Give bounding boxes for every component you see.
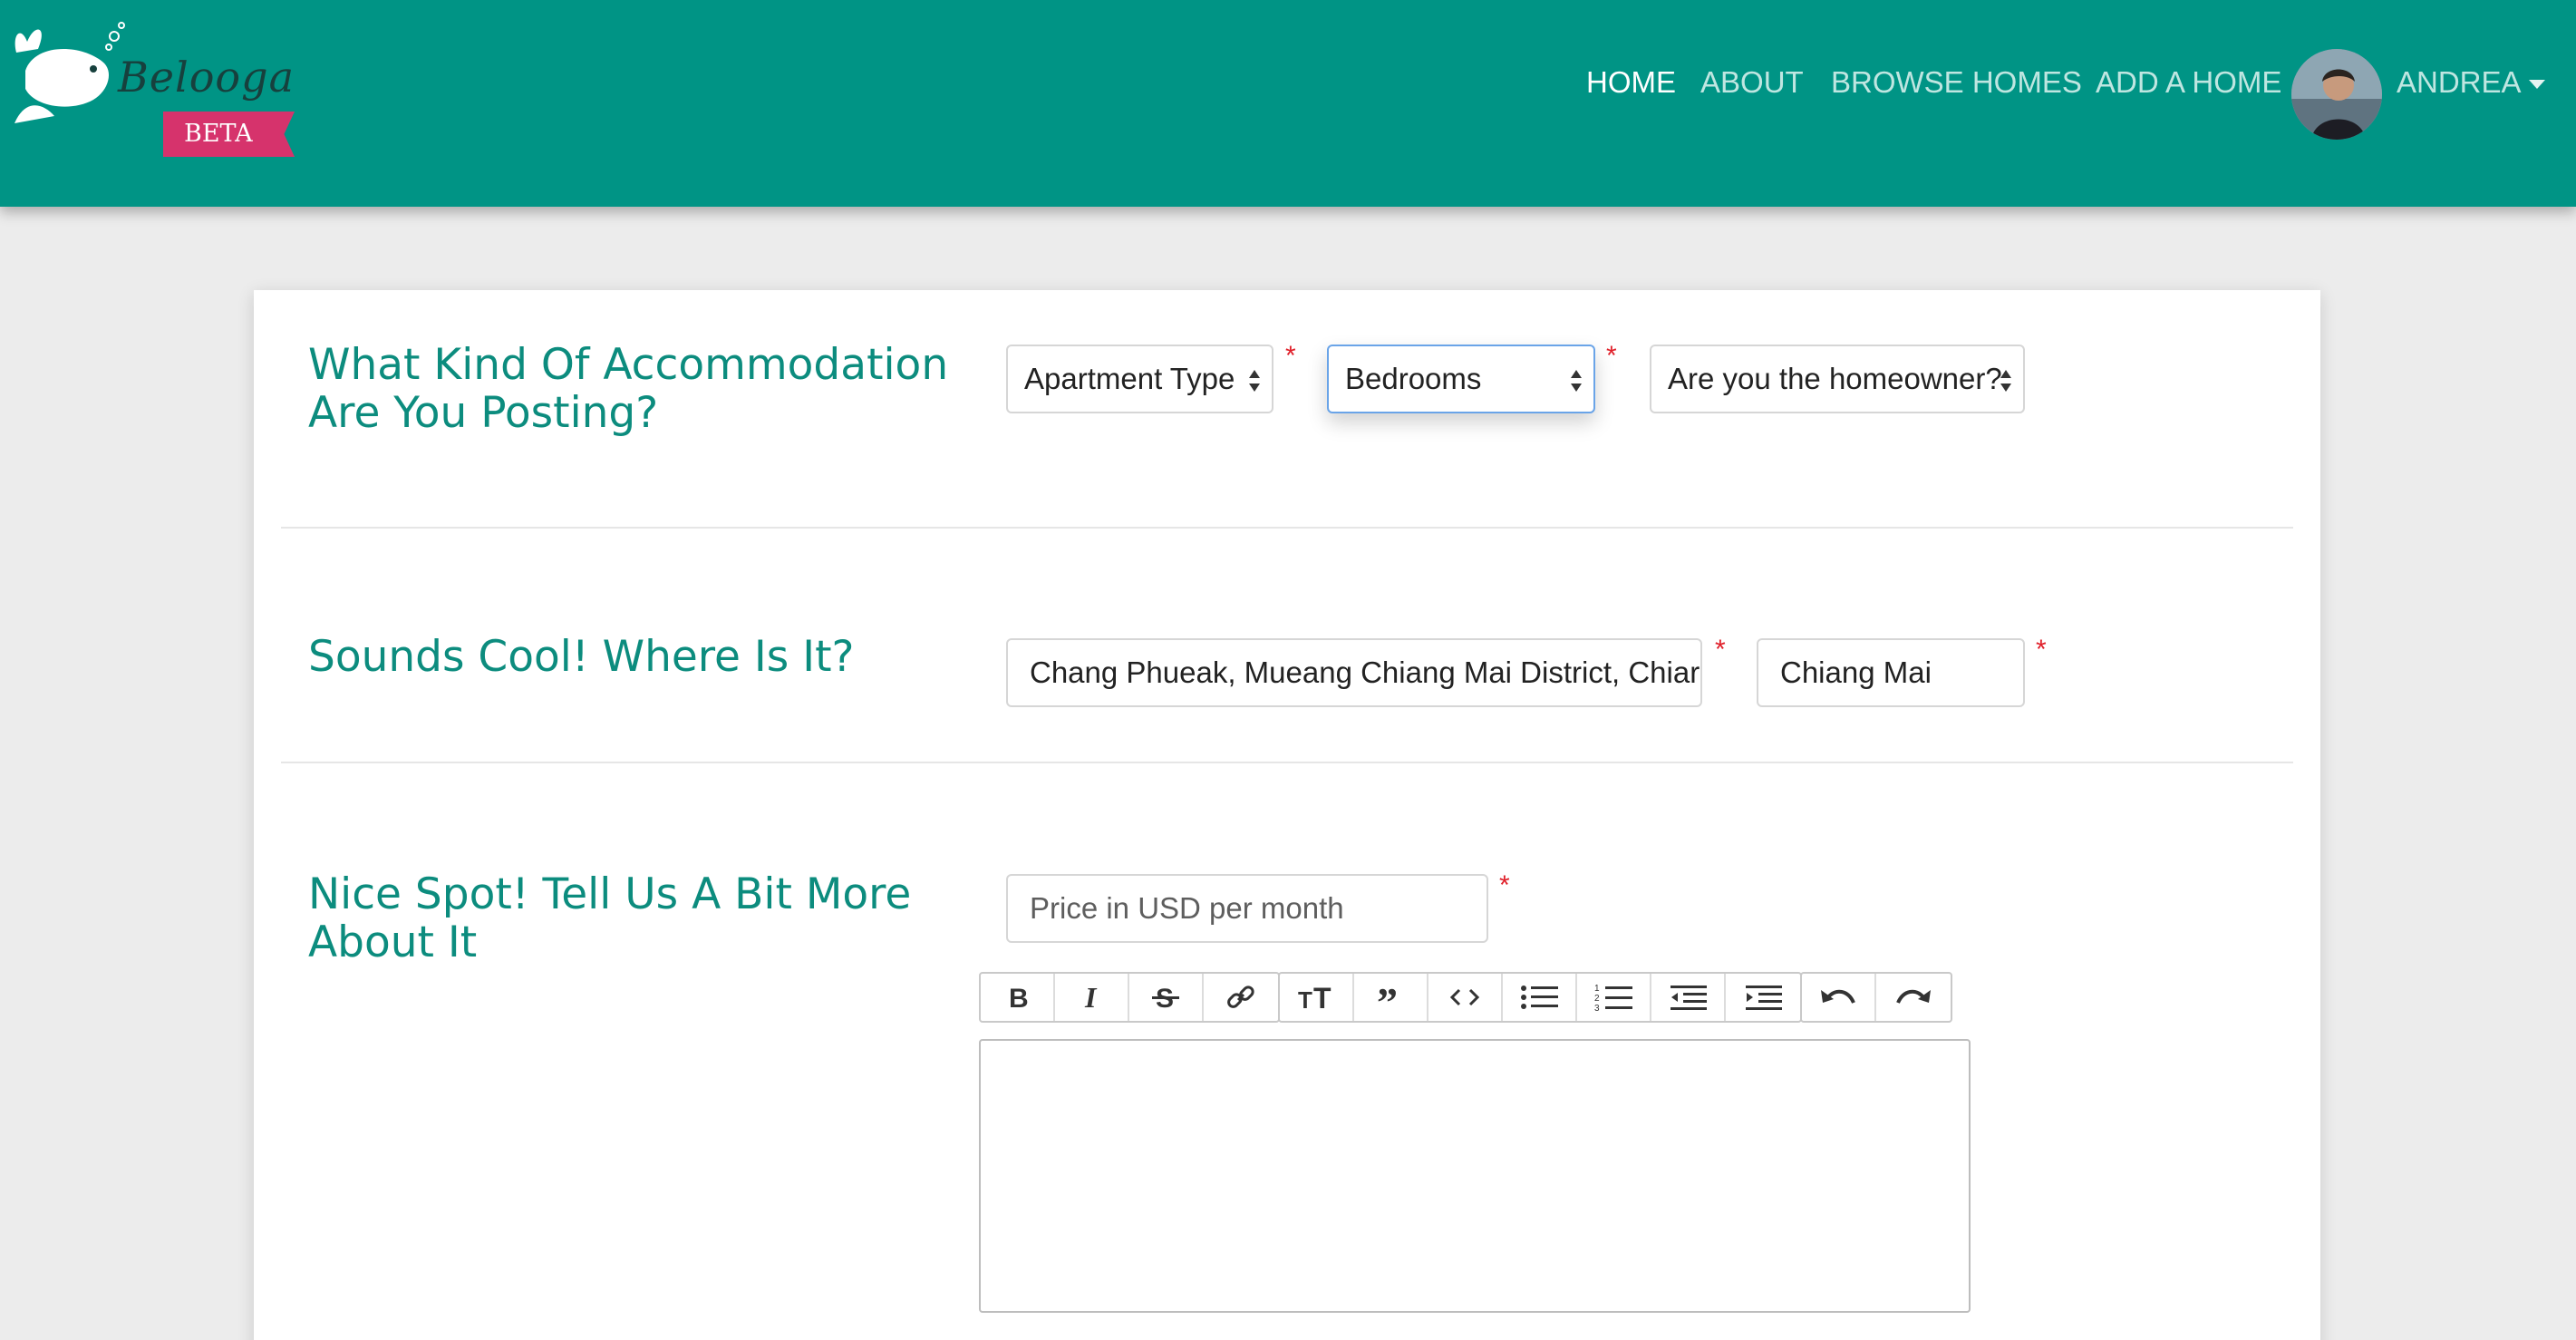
chevron-down-icon[interactable] [2529, 80, 2545, 89]
post-home-form: What Kind Of Accommodation Are You Posti… [254, 290, 2320, 1340]
redo-icon[interactable] [1876, 974, 1951, 1021]
nav-home[interactable]: HOME [1586, 65, 1676, 100]
svg-text:I: I [1084, 984, 1098, 1011]
toolbar-group-history [1800, 972, 1952, 1023]
select-arrows-icon [1571, 370, 1582, 392]
strikethrough-icon[interactable]: S [1129, 974, 1204, 1021]
quote-icon[interactable]: ” [1354, 974, 1428, 1021]
address-value: Chang Phueak, Mueang Chiang Mai District… [1030, 655, 1700, 689]
apartment-type-value: Apartment Type [1024, 362, 1235, 395]
svg-text:”: ” [1377, 984, 1398, 1011]
accommodation-section-title: What Kind Of Accommodation Are You Posti… [308, 340, 949, 438]
nav-add-home[interactable]: ADD A HOME [2096, 65, 2281, 100]
required-marker: * [1715, 635, 1726, 665]
homeowner-select[interactable]: Are you the homeowner? [1650, 345, 2025, 413]
svg-text:T: T [1298, 986, 1312, 1011]
link-icon[interactable] [1204, 974, 1278, 1021]
bedrooms-value: Bedrooms [1345, 362, 1482, 395]
nav-browse-homes[interactable]: BROWSE HOMES [1831, 65, 2082, 100]
user-avatar[interactable] [2291, 49, 2382, 140]
city-input[interactable]: Chiang Mai [1757, 638, 2025, 707]
city-value: Chiang Mai [1780, 655, 1932, 689]
top-navbar: Belooga BETA HOME ABOUT BROWSE HOMES ADD… [0, 0, 2576, 207]
price-input[interactable]: Price in USD per month [1006, 874, 1488, 943]
svg-text:T: T [1313, 984, 1332, 1011]
select-arrows-icon [2000, 370, 2011, 392]
heading-icon[interactable]: TT [1280, 974, 1354, 1021]
select-arrows-icon [1249, 370, 1260, 392]
required-marker: * [1285, 341, 1296, 371]
svg-text:2: 2 [1594, 994, 1600, 1004]
required-marker: * [1606, 341, 1617, 371]
editor-toolbar: B I S TT ” 1 2 3 [979, 972, 1952, 1023]
numbered-list-icon[interactable]: 123 [1577, 974, 1651, 1021]
apartment-type-select[interactable]: Apartment Type [1006, 345, 1273, 413]
required-marker: * [1499, 870, 1510, 900]
undo-icon[interactable] [1802, 974, 1876, 1021]
beta-badge: BETA [163, 112, 295, 157]
details-section-title: Nice Spot! Tell Us A Bit More About It [308, 869, 912, 967]
homeowner-value: Are you the homeowner? [1668, 362, 2002, 395]
section-divider [281, 762, 2293, 763]
user-menu-name[interactable]: ANDREA [2397, 65, 2522, 100]
toolbar-group-blocks: TT ” 123 [1278, 972, 1802, 1023]
svg-text:B: B [1009, 984, 1029, 1011]
toolbar-group-format: B I S [979, 972, 1280, 1023]
nav-about[interactable]: ABOUT [1700, 65, 1804, 100]
outdent-icon[interactable] [1651, 974, 1726, 1021]
bold-icon[interactable]: B [981, 974, 1055, 1021]
code-icon[interactable] [1428, 974, 1503, 1021]
bullet-list-icon[interactable] [1503, 974, 1577, 1021]
address-input[interactable]: Chang Phueak, Mueang Chiang Mai District… [1006, 638, 1702, 707]
description-editor[interactable] [979, 1039, 1971, 1313]
price-placeholder: Price in USD per month [1030, 891, 1344, 925]
location-section-title: Sounds Cool! Where Is It? [308, 632, 855, 682]
section-divider [281, 527, 2293, 529]
italic-icon[interactable]: I [1055, 974, 1129, 1021]
brand-name: Belooga [118, 53, 295, 102]
svg-text:1: 1 [1594, 984, 1600, 994]
beluga-whale-icon [15, 22, 125, 123]
brand-logo[interactable]: Belooga BETA [7, 16, 306, 166]
bedrooms-select[interactable]: Bedrooms [1327, 345, 1595, 413]
indent-icon[interactable] [1726, 974, 1800, 1021]
svg-text:3: 3 [1594, 1004, 1600, 1012]
required-marker: * [2036, 635, 2047, 665]
